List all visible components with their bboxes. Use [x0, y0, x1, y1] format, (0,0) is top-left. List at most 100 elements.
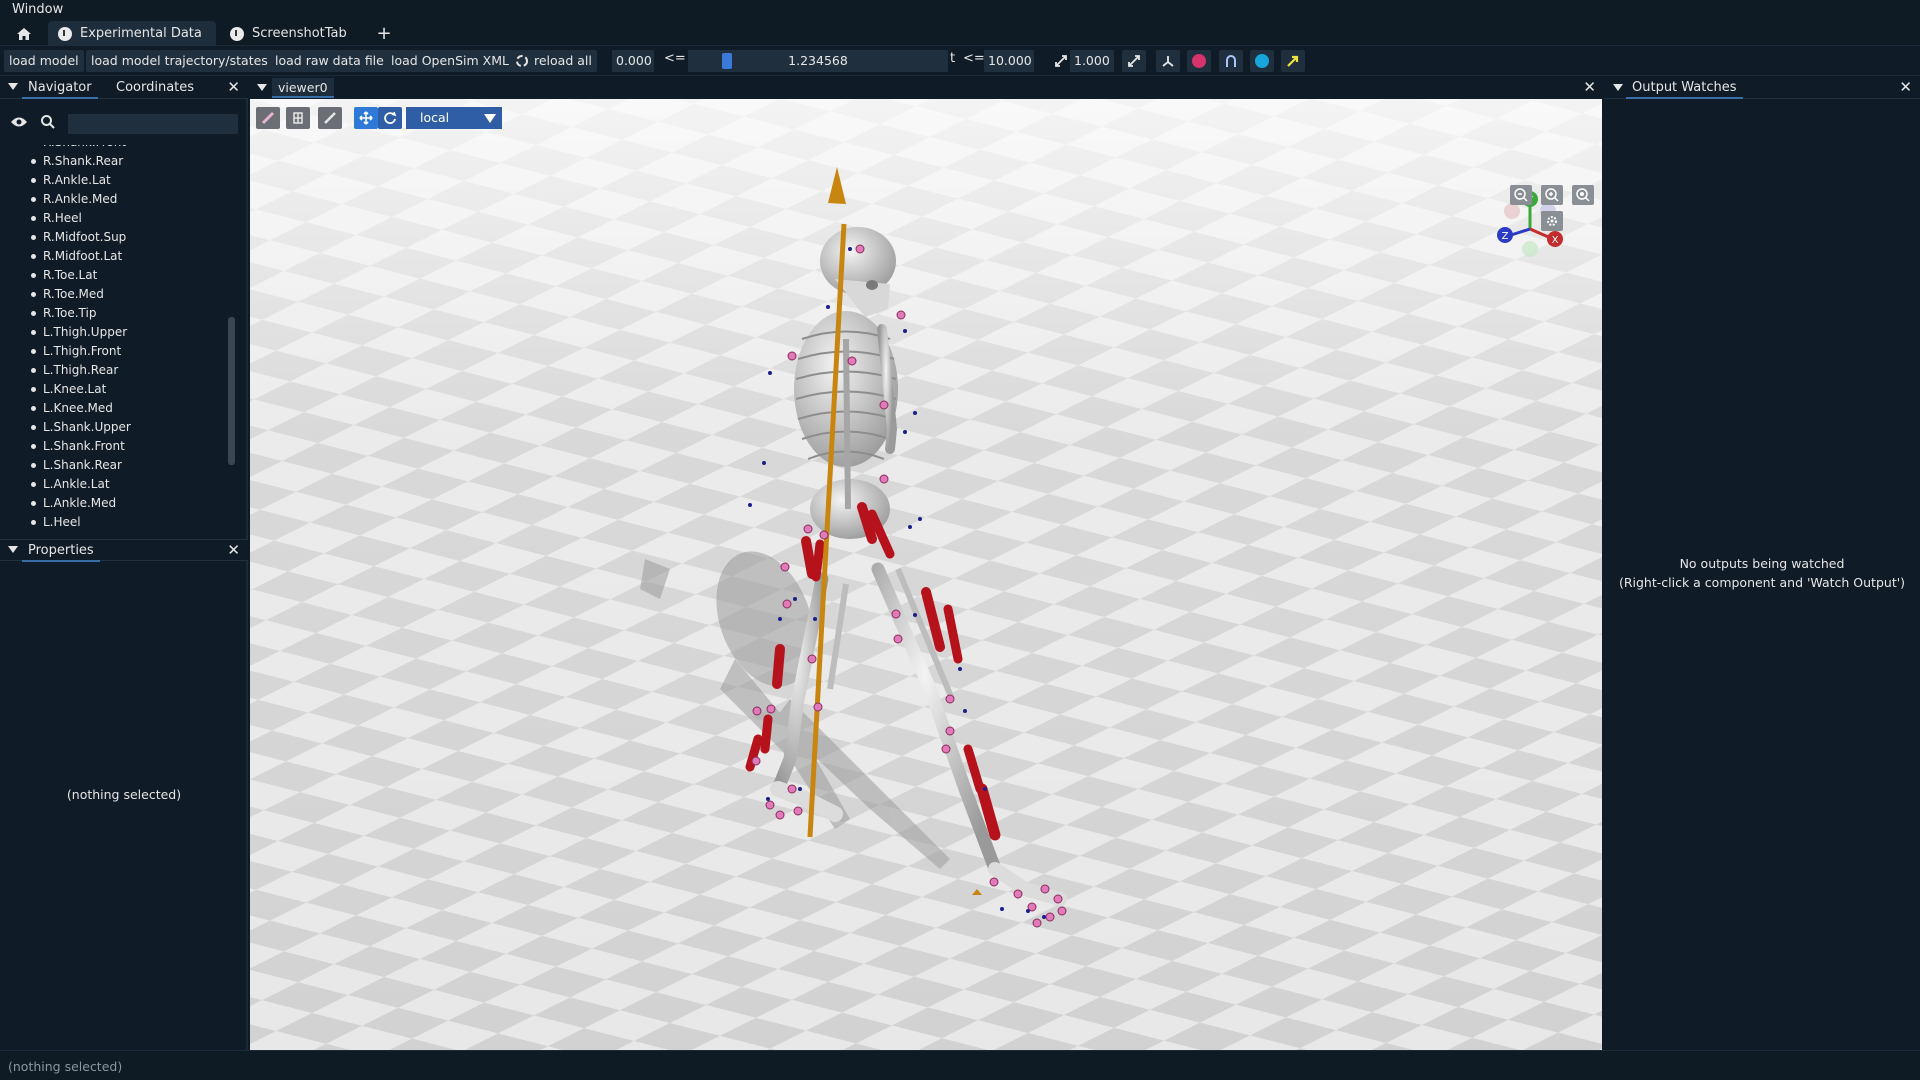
list-item[interactable]: R.Toe.Med [31, 285, 104, 304]
list-item[interactable]: L.Thigh.Front [30, 342, 121, 361]
grid-icon [293, 112, 303, 124]
recycle-icon [516, 55, 528, 67]
gear-icon [1547, 216, 1557, 226]
translate-gizmo-button[interactable] [354, 107, 378, 129]
chevron-down-icon [484, 114, 496, 123]
output-watches-empty: No outputs being watched (Right-click a … [1604, 554, 1920, 592]
list-item[interactable]: R.Ankle.Med [30, 190, 117, 209]
3d-scene[interactable]: Y X Z local [250, 99, 1602, 1050]
menu-window[interactable]: Window [12, 2, 63, 17]
load-raw-data-button[interactable]: load raw data file [270, 50, 389, 72]
time-end-input[interactable]: 10.000 [984, 50, 1034, 72]
list-item[interactable]: L.Shank.Upper [31, 418, 131, 437]
navigator-tree: R.Shank.FrontR.Shank.RearR.Ankle.LatR.An… [0, 145, 230, 607]
cyan-sphere-icon [1255, 54, 1269, 68]
tab-viewer0[interactable]: viewer0 [272, 78, 334, 98]
navigator-search-input[interactable] [68, 114, 238, 134]
arch-icon [1226, 55, 1236, 67]
time-start-input[interactable]: 0.000 [612, 50, 654, 72]
markers-toggle[interactable] [1187, 50, 1211, 72]
load-xml-button[interactable]: load OpenSim XML [386, 50, 514, 72]
measure-button[interactable] [318, 107, 342, 129]
status-text: (nothing selected) [8, 1059, 123, 1074]
list-item[interactable]: L.Knee.Med [31, 399, 113, 418]
load-trajectory-button[interactable]: load model trajectory/states [86, 50, 273, 72]
list-item[interactable]: R.Ankle.Lat [31, 171, 111, 190]
list-item[interactable]: R.Shank.Rear [30, 152, 123, 171]
floor-fog [250, 99, 1602, 1050]
list-item[interactable]: L.Shank.Front [31, 437, 125, 456]
list-item[interactable]: L.Heel [31, 513, 81, 532]
zoom-in-button[interactable] [1541, 185, 1563, 205]
output-watches-panel: Output Watches ✕ No outputs being watche… [1604, 77, 1920, 1050]
list-item[interactable]: L.Ankle.Med [30, 494, 116, 513]
plus-icon: + [376, 23, 392, 44]
close-viewer-icon[interactable]: ✕ [1583, 78, 1596, 96]
coordinate-frame-value: local [420, 110, 450, 125]
force-arrow-toggle[interactable] [1281, 50, 1305, 72]
list-item[interactable]: R.Midfoot.Sup [30, 228, 126, 247]
close-navigator-icon[interactable]: ✕ [227, 78, 240, 96]
tab-navigator[interactable]: Navigator [22, 77, 98, 99]
list-item[interactable]: L.Thigh.Rear [30, 361, 118, 380]
axes-icon [1162, 56, 1174, 67]
add-tab-button[interactable]: + [370, 21, 398, 46]
axis-z-label: Z [1502, 231, 1509, 242]
list-item[interactable]: L.Knee.Lat [30, 380, 106, 399]
output-watches-title: Output Watches [1626, 77, 1743, 99]
viewer-header: viewer0 ✕ [250, 77, 1602, 99]
zoom-out-button[interactable] [1510, 185, 1532, 205]
navigator-header: Navigator Coordinates ✕ [0, 77, 248, 99]
ruler-button[interactable] [256, 107, 280, 129]
close-properties-icon[interactable]: ✕ [227, 541, 240, 559]
rotate-gizmo-button[interactable] [378, 107, 402, 129]
ruler-icon [261, 111, 275, 125]
scene-settings-button[interactable] [286, 107, 310, 129]
zoom-fit-button[interactable] [1572, 185, 1594, 205]
coordinate-frame-select[interactable]: local [406, 107, 502, 129]
collapse-triangle-icon[interactable] [8, 83, 18, 90]
list-item[interactable]: L.Thigh.Upper [30, 323, 127, 342]
tab-bar: Experimental Data ScreenshotTab + [0, 20, 1920, 46]
load-model-button[interactable]: load model [4, 50, 84, 72]
tab-screenshot[interactable]: ScreenshotTab [220, 21, 360, 46]
reload-all-label: reload all [534, 53, 592, 68]
list-item[interactable]: L.Shank.Rear [31, 456, 122, 475]
list-item[interactable]: R.Midfoot.Lat [30, 247, 122, 266]
collapse-triangle-icon[interactable] [1613, 84, 1623, 91]
list-item[interactable]: R.Toe.Lat [30, 266, 97, 285]
navigator-scrollbar[interactable] [228, 317, 235, 465]
axes-button[interactable] [1156, 50, 1180, 72]
left-panel: Navigator Coordinates ✕ R.Shank.FrontR.S… [0, 77, 248, 1050]
tab-coordinates[interactable]: Coordinates [110, 77, 200, 99]
reload-all-button[interactable]: reload all [510, 50, 597, 72]
toolbar: load model load model trajectory/states … [0, 47, 1920, 76]
menu-bar: Window [0, 0, 1920, 20]
list-item[interactable]: L.Ankle.Lat [31, 475, 110, 494]
fit-view-button[interactable] [1122, 50, 1146, 72]
tab-label: ScreenshotTab [252, 26, 347, 41]
sphere-toggle[interactable] [1250, 50, 1274, 72]
home-tab[interactable] [6, 21, 42, 46]
list-item[interactable]: R.Toe.Tip [30, 304, 96, 323]
time-slider[interactable]: 1.234568 [688, 50, 948, 72]
scene-canvas: Y X Z [250, 99, 1602, 1050]
tab-experimental-data[interactable]: Experimental Data [48, 21, 216, 46]
time-current-value: 1.234568 [788, 53, 848, 68]
camera-settings-button[interactable] [1541, 211, 1563, 231]
home-icon [17, 27, 31, 40]
list-item[interactable]: R.Heel [31, 209, 82, 228]
experimental-data-icon [58, 26, 72, 41]
eye-icon[interactable] [10, 116, 28, 128]
status-bar: (nothing selected) [0, 1050, 1920, 1080]
move-icon [359, 111, 373, 125]
close-output-watches-icon[interactable]: ✕ [1899, 78, 1912, 96]
arch-toggle[interactable] [1219, 50, 1243, 72]
slider-handle[interactable] [722, 53, 732, 69]
empty-line-2: (Right-click a component and 'Watch Outp… [1618, 575, 1906, 590]
list-item[interactable]: R.Shank.Front [43, 145, 126, 152]
playback-speed-input[interactable]: 1.000 [1070, 50, 1114, 72]
collapse-triangle-icon[interactable] [257, 84, 267, 91]
collapse-triangle-icon[interactable] [8, 546, 18, 553]
empty-line-1: No outputs being watched [1679, 556, 1845, 571]
